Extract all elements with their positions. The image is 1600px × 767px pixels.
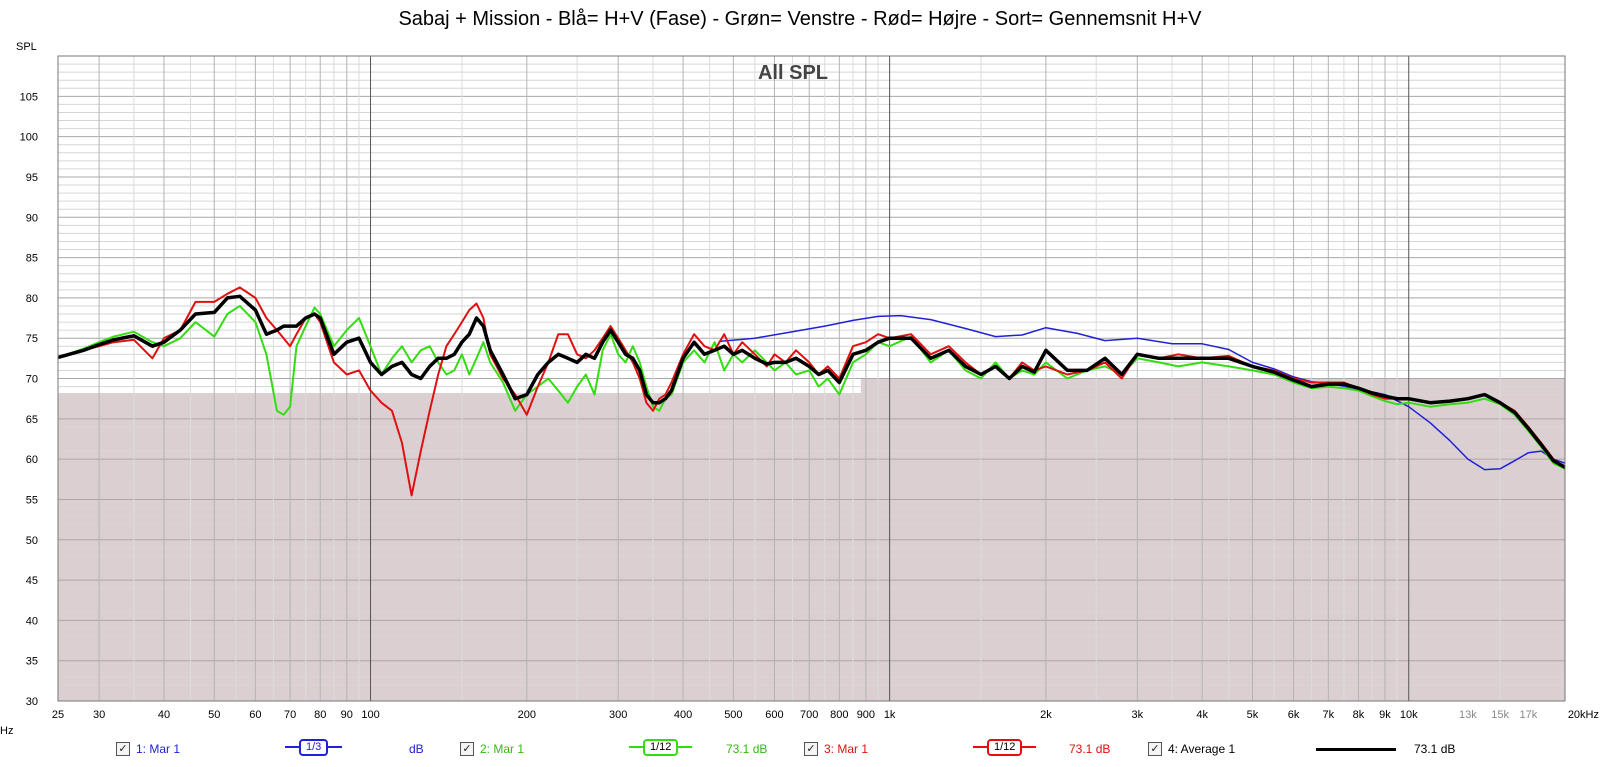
x-tick-label: 100 <box>361 709 379 721</box>
x-tick-label: 20kHz <box>1568 709 1599 721</box>
legend-label-1: 1: Mar 1 <box>136 742 181 756</box>
x-tick-label: 10k <box>1400 709 1418 721</box>
x-tick-label: 50 <box>208 709 220 721</box>
x-tick-label: 80 <box>314 709 326 721</box>
y-tick-label: 105 <box>20 91 38 103</box>
legend-item-1[interactable]: ✓ 1: Mar 1 <box>116 742 180 756</box>
y-tick-label: 70 <box>26 374 38 386</box>
x-tick-label: 200 <box>518 709 536 721</box>
y-tick-label: 95 <box>26 172 38 184</box>
x-tick-label: 13k <box>1459 709 1477 721</box>
x-tick-label: 4k <box>1196 709 1208 721</box>
x-axis-label: Hz <box>0 725 13 736</box>
x-tick-label: 300 <box>609 709 627 721</box>
x-tick-label: 7k <box>1323 709 1335 721</box>
y-tick-label: 55 <box>26 494 38 506</box>
y-tick-label: 40 <box>26 615 38 627</box>
y-tick-label: 50 <box>26 535 38 547</box>
legend-label-4: 4: Average 1 <box>1168 742 1236 756</box>
x-tick-label: 15k <box>1491 709 1509 721</box>
legend-bar: ✓ 1: Mar 1 1/3 dB ✓ 2: Mar 1 1/12 73.1 d… <box>0 736 1600 767</box>
x-tick-label: 9k <box>1379 709 1391 721</box>
x-tick-label: 8k <box>1353 709 1365 721</box>
x-tick-label: 2k <box>1040 709 1052 721</box>
inner-chart-title: All SPL <box>758 62 828 84</box>
legend-item-4[interactable]: ✓ 4: Average 1 <box>1148 742 1235 756</box>
y-tick-label: 45 <box>26 575 38 587</box>
x-tick-label: 90 <box>341 709 353 721</box>
legend-value-4: 73.1 dB <box>1414 742 1456 756</box>
legend-value-1: dB <box>409 742 424 756</box>
x-tick-label: 600 <box>765 709 783 721</box>
y-tick-label: 60 <box>26 454 38 466</box>
y-tick-label: 90 <box>26 212 38 224</box>
x-tick-label: 30 <box>93 709 105 721</box>
legend-label-2: 2: Mar 1 <box>480 742 525 756</box>
legend-value-3: 73.1 dB <box>1069 742 1111 756</box>
x-tick-label: 70 <box>284 709 296 721</box>
x-tick-label: 900 <box>857 709 875 721</box>
y-tick-label: 35 <box>26 656 38 668</box>
x-tick-label: 6k <box>1288 709 1300 721</box>
legend-checkbox-3[interactable]: ✓ <box>804 742 818 756</box>
y-axis-label: SPL <box>16 41 37 53</box>
y-tick-label: 30 <box>26 696 38 708</box>
legend-smoothing-2[interactable]: 1/12 <box>629 738 693 756</box>
y-tick-label: 85 <box>26 253 38 265</box>
x-tick-label: 40 <box>158 709 170 721</box>
x-tick-label: 500 <box>724 709 742 721</box>
x-tick-label: 400 <box>674 709 692 721</box>
smoothing-value-3[interactable]: 1/12 <box>987 738 1023 756</box>
x-tick-label: 1k <box>884 709 896 721</box>
legend-smoothing-3[interactable]: 1/12 <box>973 738 1037 756</box>
legend-item-3[interactable]: ✓ 3: Mar 1 <box>804 742 868 756</box>
x-tick-label: 800 <box>830 709 848 721</box>
x-tick-label: 60 <box>249 709 261 721</box>
spl-chart: 30 35 40 45 50 55 60 65 70 75 80 85 90 95 100 105 25 30 40… <box>0 41 1599 736</box>
x-tick-label: 17k <box>1519 709 1537 721</box>
y-tick-label: 80 <box>26 293 38 305</box>
legend-checkbox-4[interactable]: ✓ <box>1148 742 1162 756</box>
legend-value-2: 73.1 dB <box>726 742 768 756</box>
smoothing-value-1[interactable]: 1/3 <box>299 738 329 756</box>
y-tick-label: 75 <box>26 333 38 345</box>
y-tick-label: 65 <box>26 414 38 426</box>
plot-upper-background <box>42 56 1565 394</box>
x-tick-label: 3k <box>1131 709 1143 721</box>
legend-item-2[interactable]: ✓ 2: Mar 1 <box>460 742 524 756</box>
legend-smoothing-1[interactable]: 1/3 <box>285 738 343 756</box>
legend-checkbox-1[interactable]: ✓ <box>116 742 130 756</box>
x-tick-label: 5k <box>1247 709 1259 721</box>
smoothing-value-2[interactable]: 1/12 <box>643 738 679 756</box>
legend-checkbox-2[interactable]: ✓ <box>460 742 474 756</box>
legend-line-4 <box>1316 748 1396 751</box>
x-tick-label: 700 <box>800 709 818 721</box>
x-tick-label: 25 <box>52 709 64 721</box>
legend-label-3: 3: Mar 1 <box>824 742 869 756</box>
y-tick-label: 100 <box>20 132 38 144</box>
